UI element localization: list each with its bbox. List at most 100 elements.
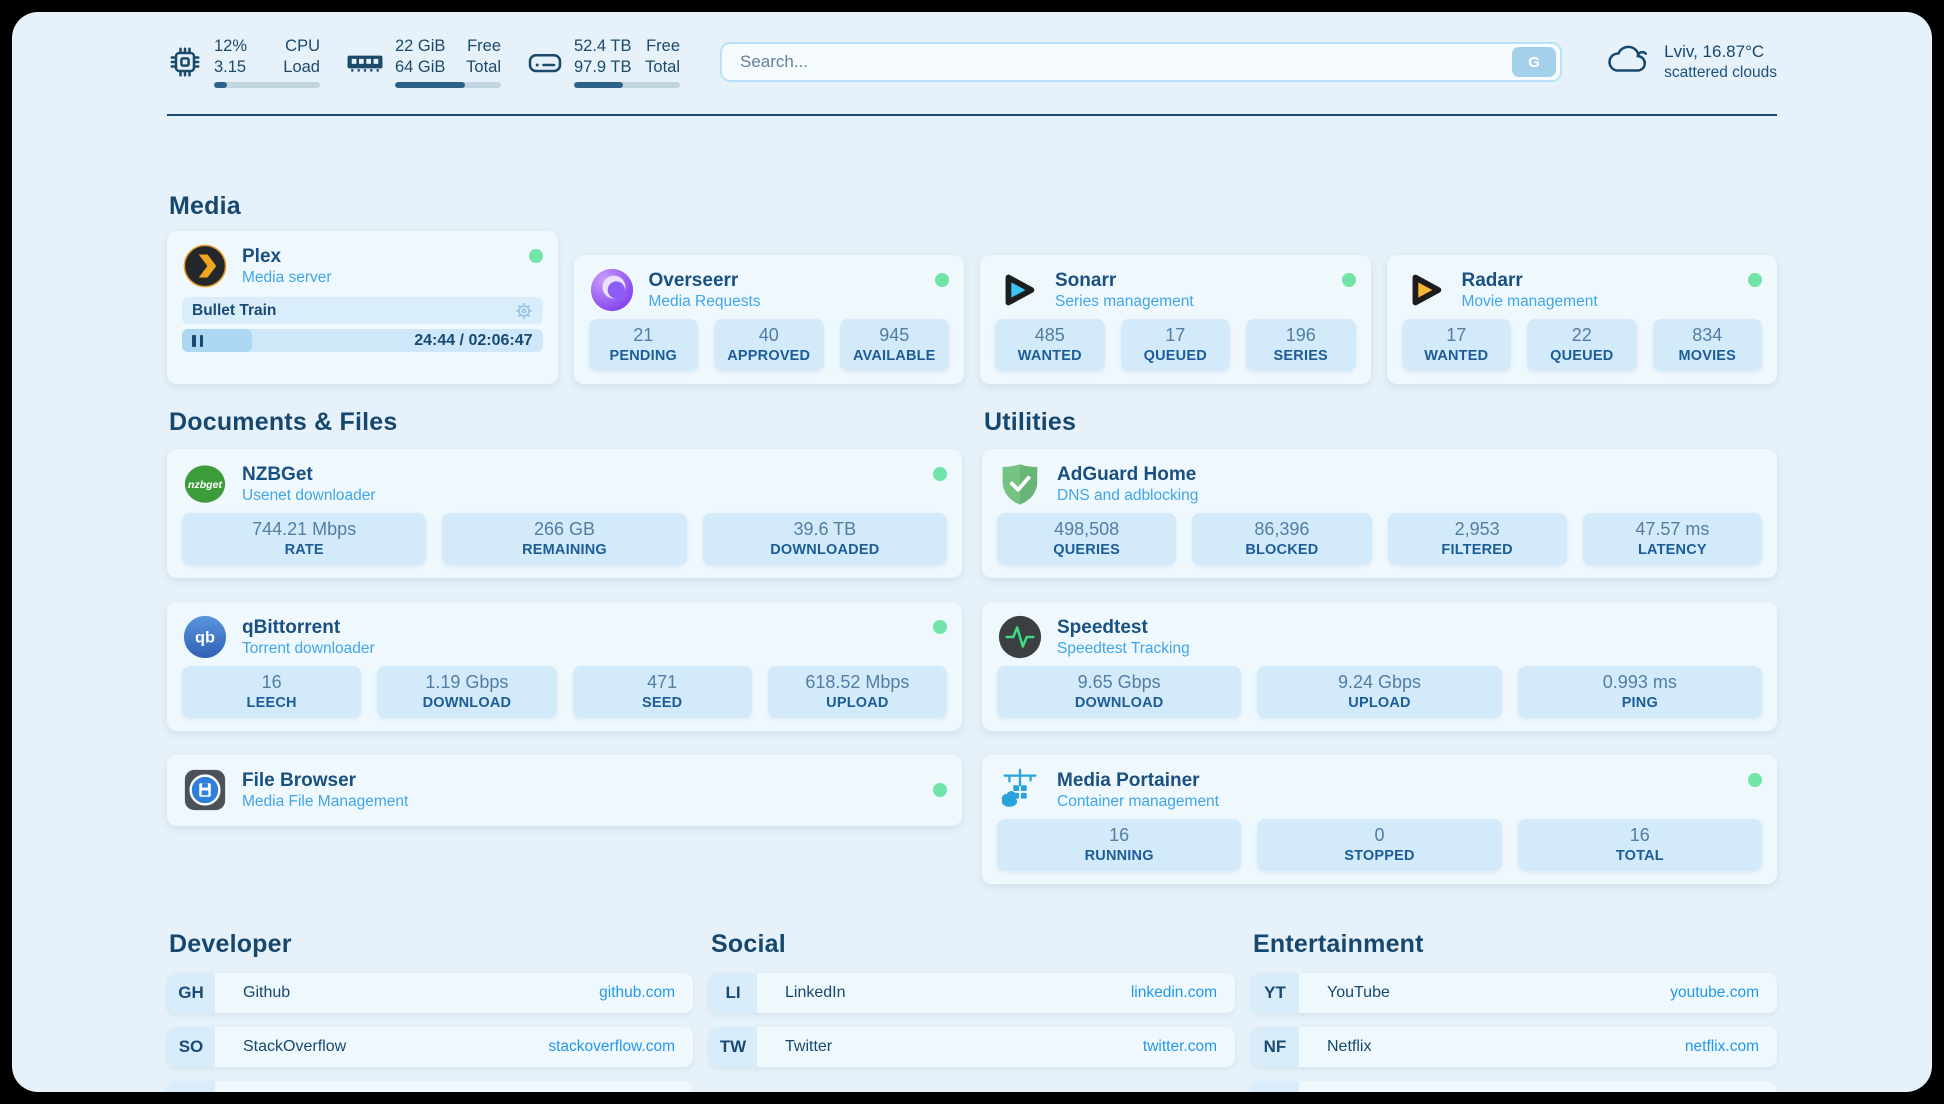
cloud-icon — [1606, 42, 1652, 83]
stat-pill-movies: 834 MOVIES — [1653, 319, 1763, 371]
sonarr-card[interactable]: Sonarr Series management 485 WANTED 17 Q… — [980, 255, 1371, 384]
cpu-progress-fill — [214, 82, 227, 88]
overseerr-title: Overseerr — [649, 269, 761, 292]
bookmark-abbr: GH — [167, 973, 215, 1013]
bookmark-github[interactable]: GH Github github.com — [167, 973, 693, 1013]
plex-subtitle: Media server — [242, 268, 332, 288]
bookmark-linkedin[interactable]: LI LinkedIn linkedin.com — [709, 973, 1235, 1013]
adguard-subtitle: DNS and adblocking — [1057, 486, 1198, 506]
stat-pill-queued: 22 QUEUED — [1527, 319, 1637, 371]
stat-pill-downloaded: 39.6 TB DOWNLOADED — [703, 513, 947, 565]
bookmark-abbr: TW — [709, 1027, 757, 1067]
portainer-icon — [997, 767, 1043, 813]
bookmark-url: netflix.com — [1685, 1038, 1759, 1056]
bookmark-abbr: SO — [167, 1027, 215, 1067]
stat-pill-download: 1.19 Gbps DOWNLOAD — [377, 666, 556, 718]
stat-pill-ping: 0.993 ms PING — [1518, 666, 1762, 718]
topbar: 12% 3.15 CPU Load — [167, 36, 1777, 88]
plex-card[interactable]: Plex Media server Bullet Train — [167, 231, 558, 384]
bookmark-name: Twitter — [785, 1038, 832, 1056]
section-title-entertainment: Entertainment — [1253, 930, 1777, 959]
bookmark-name: Github — [243, 984, 290, 1002]
playback-time: 24:44 / 02:06:47 — [414, 332, 532, 350]
stat-pill-queries: 498,508 QUERIES — [997, 513, 1176, 565]
stat-pill-remaining: 266 GB REMAINING — [442, 513, 686, 565]
cpu-progress-bar — [214, 82, 320, 88]
plex-icon — [182, 243, 228, 289]
bookmark-name: StackOverflow — [243, 1038, 346, 1056]
bookmark-url: github.com — [599, 984, 675, 1002]
bookmark-name: LinkedIn — [785, 984, 846, 1002]
gear-icon[interactable] — [515, 302, 533, 320]
ram-free-label: Free — [466, 36, 501, 57]
section-title-media: Media — [169, 192, 1777, 221]
qbittorrent-icon: qb — [182, 614, 228, 660]
stat-pill-leech: 16 LEECH — [182, 666, 361, 718]
stat-pill-pending: 21 PENDING — [589, 319, 699, 371]
overseerr-status-online-dot — [935, 273, 949, 287]
radarr-icon — [1402, 267, 1448, 313]
disk-progress-fill — [574, 82, 623, 88]
overseerr-icon — [589, 267, 635, 313]
search-engine-button[interactable]: G — [1512, 47, 1556, 77]
filebrowser-card[interactable]: File Browser Media File Management — [167, 755, 962, 826]
portainer-status-online-dot — [1748, 773, 1762, 787]
bookmarks-social: Social LI LinkedIn linkedin.com TW Twitt… — [709, 930, 1235, 1092]
qbittorrent-card[interactable]: qb qBittorrent Torrent downloader 16 LEE… — [167, 602, 962, 731]
pause-icon — [192, 335, 203, 347]
overseerr-card[interactable]: Overseerr Media Requests 21 PENDING 40 A… — [574, 255, 965, 384]
bookmark-dev[interactable]: DT DEV dev.to — [167, 1081, 693, 1092]
bookmark-url: stackoverflow.com — [548, 1038, 675, 1056]
disk-progress-bar — [574, 82, 680, 88]
media-cards-row: Plex Media server Bullet Train — [167, 231, 1777, 384]
weather-condition: scattered clouds — [1664, 64, 1777, 82]
radarr-subtitle: Movie management — [1462, 292, 1598, 312]
stat-pill-approved: 40 APPROVED — [714, 319, 824, 371]
stat-pill-download: 9.65 Gbps DOWNLOAD — [997, 666, 1241, 718]
bookmarks-entertainment: Entertainment YT YouTube youtube.com NF … — [1251, 930, 1777, 1092]
ram-progress-fill — [395, 82, 465, 88]
sonarr-icon — [995, 267, 1041, 313]
radarr-card[interactable]: Radarr Movie management 17 WANTED 22 QUE… — [1387, 255, 1778, 384]
disk-total-value: 97.9 TB — [574, 57, 631, 78]
now-playing-title: Bullet Train — [192, 302, 276, 320]
stat-pill-filtered: 2,953 FILTERED — [1388, 513, 1567, 565]
radarr-status-online-dot — [1748, 273, 1762, 287]
disk-free-value: 52.4 TB — [574, 36, 631, 57]
portainer-card[interactable]: Media Portainer Container management 16 … — [982, 755, 1777, 884]
bookmark-abbr: LI — [709, 973, 757, 1013]
ram-icon — [346, 47, 384, 77]
cpu-stat: 12% 3.15 CPU Load — [167, 36, 320, 88]
bookmark-netflix[interactable]: NF Netflix netflix.com — [1251, 1027, 1777, 1067]
stat-pill-series: 196 SERIES — [1246, 319, 1356, 371]
stat-pill-rate: 744.21 Mbps RATE — [182, 513, 426, 565]
plex-title: Plex — [242, 245, 332, 268]
now-playing-row: Bullet Train — [182, 297, 543, 324]
svg-text:nzbget: nzbget — [188, 479, 222, 491]
section-title-social: Social — [711, 930, 1235, 959]
qbittorrent-title: qBittorrent — [242, 616, 375, 639]
stat-pill-running: 16 RUNNING — [997, 819, 1241, 871]
bookmark-twitter[interactable]: TW Twitter twitter.com — [709, 1027, 1235, 1067]
nzbget-status-online-dot — [933, 467, 947, 481]
ram-progress-bar — [395, 82, 501, 88]
dashboard-page: 12% 3.15 CPU Load — [12, 12, 1932, 1092]
radarr-title: Radarr — [1462, 269, 1598, 292]
utilities-column: Utilities AdGuard Home DNS and adblockin… — [982, 408, 1777, 884]
ram-total-label: Total — [466, 57, 501, 78]
adguard-card[interactable]: AdGuard Home DNS and adblocking 498,508 … — [982, 449, 1777, 578]
bookmark-name: Netflix — [1327, 1038, 1371, 1056]
sonarr-status-online-dot — [1342, 273, 1356, 287]
bookmark-reddit[interactable]: RE Reddit reddit.com — [1251, 1081, 1777, 1092]
bookmark-youtube[interactable]: YT YouTube youtube.com — [1251, 973, 1777, 1013]
cpu-icon — [167, 44, 203, 80]
bookmark-stackoverflow[interactable]: SO StackOverflow stackoverflow.com — [167, 1027, 693, 1067]
weather-location: Lviv, 16.87°C — [1664, 42, 1777, 62]
search-input[interactable] — [722, 44, 1512, 80]
speedtest-card[interactable]: Speedtest Speedtest Tracking 9.65 Gbps D… — [982, 602, 1777, 731]
adguard-title: AdGuard Home — [1057, 463, 1198, 486]
stat-pill-seed: 471 SEED — [573, 666, 752, 718]
sonarr-subtitle: Series management — [1055, 292, 1194, 312]
nzbget-card[interactable]: nzbget NZBGet Usenet downloader 744.21 M… — [167, 449, 962, 578]
filebrowser-subtitle: Media File Management — [242, 792, 408, 812]
